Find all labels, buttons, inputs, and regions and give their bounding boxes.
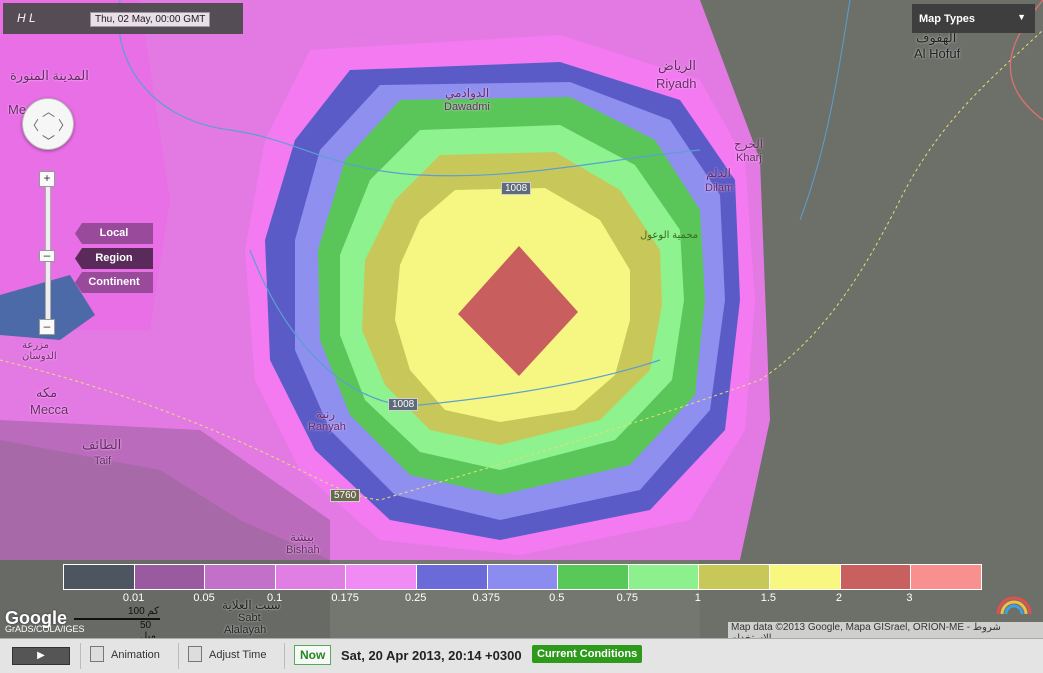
chevron-down-icon: ▼ <box>1017 12 1026 22</box>
legend-tick-label: 1.5 <box>760 592 777 604</box>
legend-swatch <box>699 565 771 589</box>
contour-label: 5760 <box>330 489 361 502</box>
city-label-hofuf-en: Al Hofuf <box>914 46 961 61</box>
legend-swatch <box>205 565 276 589</box>
isobar-label: 1008 <box>388 398 419 411</box>
city-label-sabt-en2: Alalayah <box>224 624 267 636</box>
legend-tick-label: 2 <box>835 592 842 604</box>
legend-swatch <box>64 565 135 589</box>
legend-tick-label: 0.5 <box>549 592 565 604</box>
legend-swatch <box>134 565 206 589</box>
city-label-mecca-ar: مكه <box>36 385 58 400</box>
logo[interactable]: H L <box>17 11 36 25</box>
legend-swatch <box>840 565 912 589</box>
zoom-out-button[interactable]: – <box>39 319 55 335</box>
city-label-ranyah-en: Ranyah <box>308 421 346 433</box>
city-label-medina-ar: المدينة المنورة <box>10 68 89 83</box>
legend-tick-label: 0.25 <box>404 592 427 604</box>
continent-button[interactable]: Continent <box>75 272 153 293</box>
legend-swatch <box>346 565 418 589</box>
bottom-toolbar: ▶ Animation Adjust Time Now Sat, 20 Apr … <box>0 638 1043 673</box>
city-label-riyadh-ar: الرياض <box>658 58 697 73</box>
adjust-time-button[interactable]: Adjust Time <box>209 649 266 661</box>
legend-tick-label: 3 <box>906 592 913 604</box>
map-surface <box>0 0 1043 638</box>
zoom-in-button[interactable]: + <box>39 171 55 187</box>
city-label-taif-ar: الطائف <box>82 437 122 452</box>
place-label-muzaraa: مزرعة الدوسان <box>22 340 57 362</box>
forecast-time-label: Thu, 02 May, 00:00 GMT <box>90 12 211 27</box>
legend-tick-label: 0.175 <box>331 592 359 604</box>
city-label-kharj-en: Kharj <box>736 152 762 164</box>
calendar-icon[interactable] <box>90 646 104 662</box>
legend-tick-label: 1 <box>694 592 701 604</box>
legend-tick-label: 0.1 <box>266 592 283 604</box>
legend-tick-label: 0.05 <box>193 592 215 604</box>
legend-tick-label: 0.75 <box>616 592 639 604</box>
scale-km-label: 100 كم <box>128 606 159 617</box>
pan-control[interactable]: ︿ ﹀ 〈 〉 <box>22 98 74 150</box>
legend-tick-label: 0.01 <box>122 592 145 604</box>
place-label-wael: محمية الوعول <box>640 230 699 241</box>
precipitation-legend <box>63 564 982 590</box>
play-button[interactable]: ▶ <box>12 647 70 665</box>
city-label-bishah-ar: بيشة <box>290 530 315 544</box>
precipitation-map[interactable]: المدينة المنورة Me مزرعة الدوسان مكه Mec… <box>0 0 1043 638</box>
city-label-mecca-en: Mecca <box>30 402 69 417</box>
calendar-icon[interactable] <box>188 646 202 662</box>
local-button[interactable]: Local <box>75 223 153 244</box>
legend-swatch <box>770 565 841 589</box>
city-label-bishah-en: Bishah <box>286 544 320 556</box>
legend-swatch <box>275 565 347 589</box>
animation-button[interactable]: Animation <box>111 649 160 661</box>
legend-swatch <box>487 565 559 589</box>
city-label-taif-en: Taif <box>94 455 112 467</box>
current-conditions-button[interactable]: Current Conditions <box>532 645 643 663</box>
legend-tick-label: 0.375 <box>472 592 500 604</box>
isobar-label: 1008 <box>501 182 532 195</box>
pan-left-icon[interactable]: 〈 <box>26 115 39 134</box>
city-label-kharj-ar: الخرج <box>734 137 764 151</box>
city-label-dilam-ar: الدلم <box>706 166 731 180</box>
city-label-sabt-en1: Sabt <box>238 612 261 624</box>
pan-down-icon[interactable]: ﹀ <box>42 131 55 150</box>
map-scale: 100 كم 50 ميل <box>74 606 162 642</box>
city-label-ranyah-ar: رنية <box>316 407 336 421</box>
map-types-dropdown[interactable]: Map Types ▼ <box>912 4 1035 33</box>
pan-right-icon[interactable]: 〉 <box>58 115 71 134</box>
legend-swatch <box>628 565 700 589</box>
city-label-dilam-en: Dilam <box>705 182 734 194</box>
city-label-riyadh-en: Riyadh <box>656 76 697 91</box>
current-datetime: Sat, 20 Apr 2013, 20:14 +0300 <box>341 648 522 663</box>
city-label-dawadmi-ar: الدوادمي <box>445 86 490 100</box>
zoom-slider-handle[interactable]: – <box>39 249 55 262</box>
now-button[interactable]: Now <box>294 645 332 665</box>
city-label-dawadmi-en: Dawadmi <box>444 101 490 113</box>
region-button[interactable]: Region <box>75 248 153 269</box>
rainbow-logo-icon <box>996 594 1032 616</box>
data-source-label: GrADS/COLA/IGES <box>5 624 85 634</box>
map-types-label: Map Types <box>919 13 976 25</box>
pan-up-icon[interactable]: ︿ <box>42 101 55 120</box>
legend-swatch <box>911 565 981 589</box>
legend-swatch <box>417 565 488 589</box>
legend-swatch <box>558 565 629 589</box>
header-panel: H L Thu, 02 May, 00:00 GMT <box>3 3 243 34</box>
